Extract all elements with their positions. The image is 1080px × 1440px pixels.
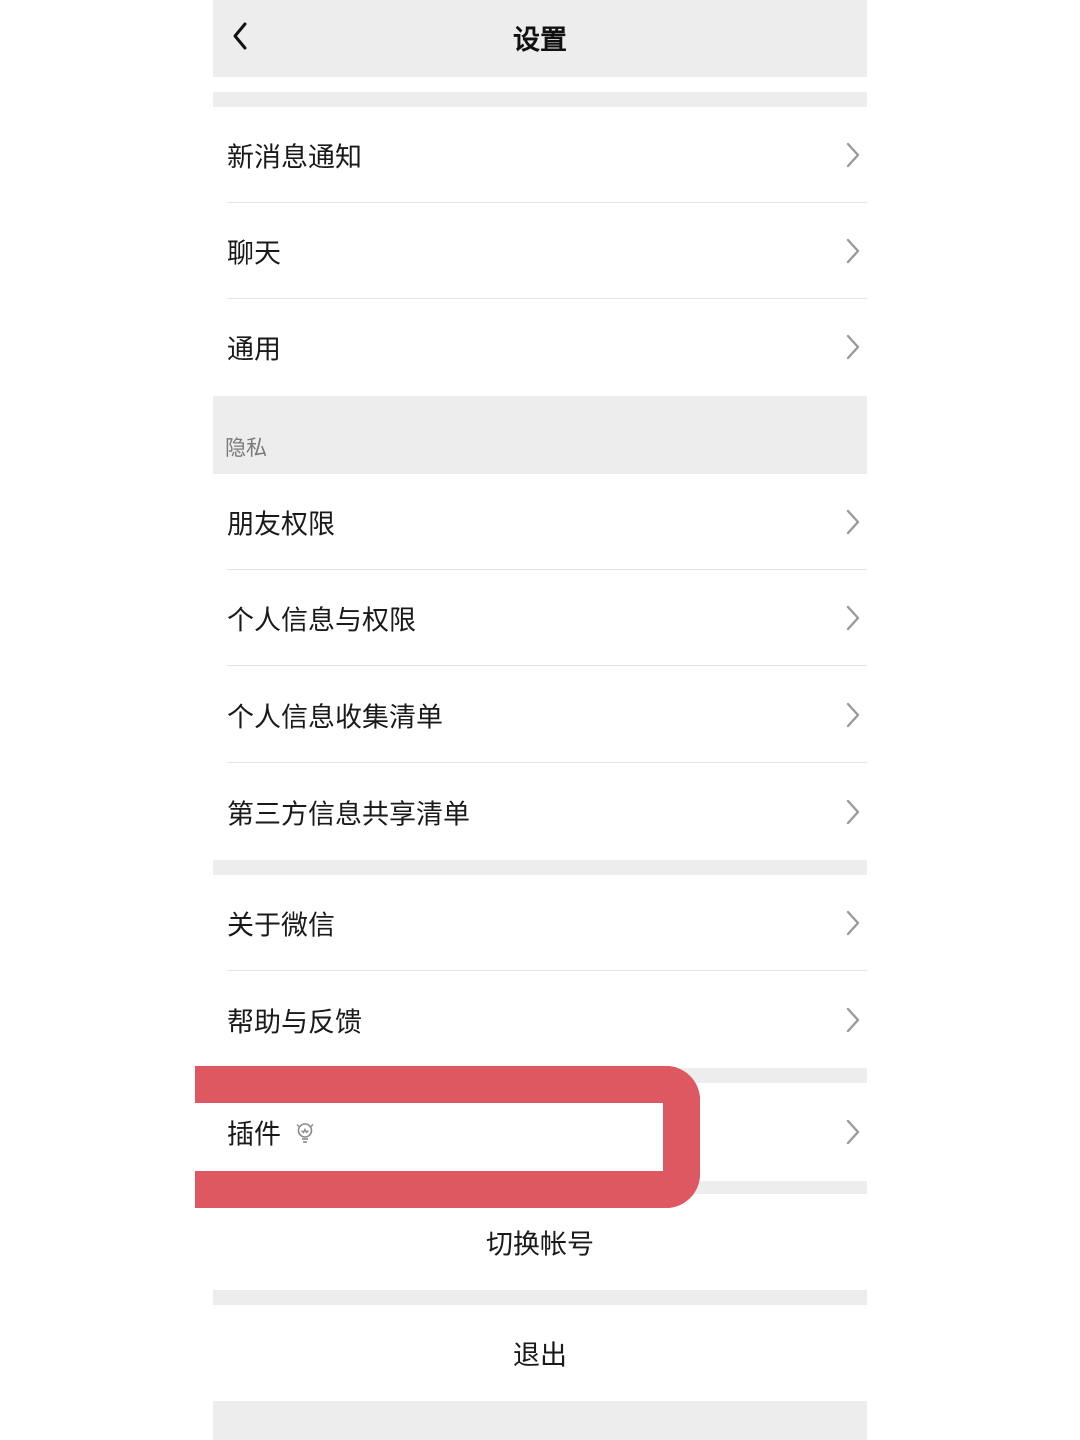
bottom-gap <box>213 1401 867 1440</box>
section-header-privacy: 隐私 <box>213 396 867 474</box>
chevron-right-icon <box>846 1007 860 1033</box>
logout-button[interactable]: 退出 <box>213 1305 867 1401</box>
section-gap <box>213 860 867 875</box>
settings-screen: 设置 新消息通知 聊天 通用 隐私 朋友权限 个人信息与权限 个人信息收集清单 … <box>213 0 867 1440</box>
page-title: 设置 <box>513 25 567 56</box>
divider <box>227 665 867 666</box>
chevron-right-icon <box>846 799 860 825</box>
logout-label: 退出 <box>513 1340 567 1372</box>
settings-item-personal-info-collection-list[interactable]: 个人信息收集清单 <box>213 667 867 763</box>
settings-item-label: 个人信息收集清单 <box>227 702 443 734</box>
settings-item-about-wechat[interactable]: 关于微信 <box>213 875 867 971</box>
settings-item-label: 第三方信息共享清单 <box>227 799 470 831</box>
section-gap <box>213 92 867 107</box>
section-gap <box>213 1290 867 1305</box>
settings-item-third-party-sharing-list[interactable]: 第三方信息共享清单 <box>213 764 867 860</box>
chevron-right-icon <box>846 605 860 631</box>
switch-account-button[interactable]: 切换帐号 <box>213 1194 867 1290</box>
switch-account-label: 切换帐号 <box>486 1229 594 1261</box>
section-header-label: 隐私 <box>225 436 267 460</box>
chevron-right-icon <box>846 509 860 535</box>
chevron-right-icon <box>846 1119 860 1145</box>
chevron-right-icon <box>846 910 860 936</box>
divider <box>227 970 867 971</box>
settings-item-help-feedback[interactable]: 帮助与反馈 <box>213 972 867 1068</box>
settings-item-personal-info-permissions[interactable]: 个人信息与权限 <box>213 570 867 666</box>
settings-item-label: 关于微信 <box>227 910 335 942</box>
settings-item-label: 新消息通知 <box>227 142 362 174</box>
chevron-right-icon <box>846 238 860 264</box>
highlight-annotation <box>195 1066 700 1208</box>
settings-item-general[interactable]: 通用 <box>213 299 867 395</box>
chevron-right-icon <box>846 702 860 728</box>
settings-item-friend-permissions[interactable]: 朋友权限 <box>213 474 867 570</box>
divider <box>227 762 867 763</box>
chevron-right-icon <box>846 334 860 360</box>
settings-item-label: 帮助与反馈 <box>227 1007 362 1039</box>
chevron-right-icon <box>846 142 860 168</box>
settings-item-label: 聊天 <box>227 238 281 270</box>
settings-item-label: 朋友权限 <box>227 509 335 541</box>
navigation-bar: 设置 <box>213 0 867 77</box>
settings-item-chat[interactable]: 聊天 <box>213 203 867 299</box>
settings-item-label: 个人信息与权限 <box>227 605 416 637</box>
settings-item-new-message-notifications[interactable]: 新消息通知 <box>213 107 867 203</box>
settings-item-label: 通用 <box>227 334 281 366</box>
